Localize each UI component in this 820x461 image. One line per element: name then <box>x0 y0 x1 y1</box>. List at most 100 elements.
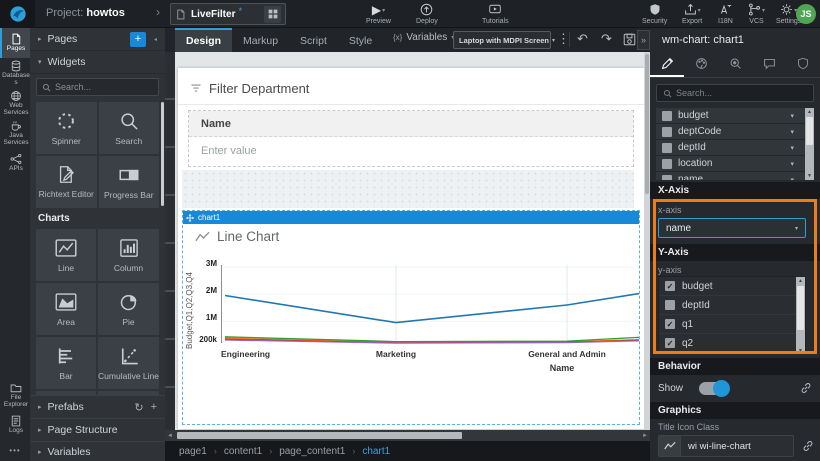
widget-line-chart[interactable]: Line <box>36 229 96 281</box>
rail-item-logs[interactable]: Logs <box>0 410 30 440</box>
device-selector[interactable]: Laptop with MDPI Screen ▾ <box>453 31 551 49</box>
field-row-budget[interactable]: ✓ budget ▾ <box>656 108 814 124</box>
refresh-icon[interactable]: ↻ <box>134 401 143 414</box>
chevron-down-icon[interactable]: ▾ <box>790 112 794 120</box>
y-option-q2[interactable]: ✓ q2 <box>659 334 805 353</box>
scroll-up-arrow[interactable]: ▲ <box>798 277 803 285</box>
title-icon-class-input[interactable]: wi wi-line-chart <box>658 435 794 457</box>
add-prefab-icon[interactable]: + <box>151 401 157 413</box>
page-preview[interactable]: Filter Department Name Enter value chart… <box>178 68 644 429</box>
properties-search-input[interactable]: Search... <box>656 84 814 102</box>
widget-bar-chart[interactable]: Bar <box>36 337 96 389</box>
scrollbar-thumb[interactable] <box>806 117 813 145</box>
rail-item-web-services[interactable]: Web Services <box>0 88 30 118</box>
redo-button[interactable]: ↷ <box>601 32 612 45</box>
checkbox[interactable]: ✓ <box>662 127 672 137</box>
breadcrumb-page1[interactable]: page1 <box>179 446 207 457</box>
scrollbar-thumb[interactable] <box>797 286 804 330</box>
field-list-scrollbar[interactable]: ▲ ▼ <box>805 108 814 180</box>
prefabs-section-header[interactable]: ▸ Prefabs ↻+ <box>30 395 165 418</box>
widget-pie-chart[interactable]: Pie <box>98 283 159 335</box>
canvas-drop-zone[interactable] <box>182 170 634 208</box>
i18n-button[interactable]: I18N <box>718 3 733 25</box>
widget-cumulative-line-chart[interactable]: Cumulative Line <box>98 337 159 389</box>
tab-properties-pencil[interactable] <box>650 52 684 77</box>
user-avatar[interactable]: JS <box>796 4 816 24</box>
checkbox[interactable]: ✓ <box>665 300 675 310</box>
rail-item-java-services[interactable]: Java Services <box>0 118 30 148</box>
chevron-down-icon[interactable]: ▾ <box>790 176 794 181</box>
tab-styles-palette[interactable] <box>684 52 718 77</box>
scroll-right-arrow[interactable]: ► <box>640 433 650 439</box>
bind-link-icon[interactable] <box>802 440 814 452</box>
tab-events-chat[interactable] <box>752 52 786 77</box>
canvas-horizontal-scrollbar[interactable]: ◄ ► <box>165 430 650 441</box>
field-row-deptcode[interactable]: ✓ deptCode ▾ <box>656 124 814 140</box>
tutorials-button[interactable]: Tutorials <box>482 3 509 25</box>
checkbox[interactable]: ✓ <box>662 143 672 153</box>
y-option-q3[interactable]: ✓ q3 <box>659 353 805 354</box>
tab-markup[interactable]: Markup <box>232 28 289 52</box>
scrollbar-track[interactable] <box>175 430 640 441</box>
name-input[interactable]: Enter value <box>189 137 633 165</box>
widget-search-input[interactable]: Search... <box>36 78 159 96</box>
y-option-deptid[interactable]: ✓ deptId <box>659 296 805 315</box>
rail-item-apis[interactable]: APIs <box>0 148 30 178</box>
open-page-tab[interactable]: LiveFilter * <box>170 3 286 25</box>
chevron-down-icon[interactable]: ▾ <box>790 144 794 152</box>
widget-search[interactable]: Search <box>99 102 160 154</box>
page-layout-grid-icon[interactable] <box>264 6 281 23</box>
vcs-button[interactable]: ▾ VCS <box>748 3 765 25</box>
scroll-up-arrow[interactable]: ▲ <box>807 108 812 116</box>
filter-field-group[interactable]: Name Enter value <box>188 110 634 167</box>
y-option-budget[interactable]: ✓ budget <box>659 277 805 296</box>
scroll-left-arrow[interactable]: ◄ <box>165 433 175 439</box>
preview-button[interactable]: ▶▾ Preview <box>366 3 391 25</box>
pages-section-header[interactable]: ▸ Pages + ◂ <box>30 28 165 51</box>
scrollbar-thumb[interactable] <box>645 54 649 194</box>
variables-button[interactable]: {x} Variables ▾ <box>393 32 454 43</box>
variables-section-header[interactable]: ▸ Variables <box>30 441 165 461</box>
widget-spinner[interactable]: Spinner <box>36 102 97 154</box>
show-toggle[interactable] <box>699 382 729 395</box>
tab-inspect-magnifier[interactable] <box>718 52 752 77</box>
chevron-down-icon[interactable]: ▾ <box>790 128 794 136</box>
tab-script[interactable]: Script <box>289 28 338 52</box>
save-button[interactable] <box>623 33 636 46</box>
tab-design[interactable]: Design <box>175 28 232 52</box>
collapse-right-panel-button[interactable]: » <box>637 30 650 50</box>
undo-button[interactable]: ↶ <box>577 32 588 45</box>
wavemaker-logo[interactable] <box>0 0 35 28</box>
checkbox[interactable]: ✓ <box>665 281 675 291</box>
panel-collapse-icon[interactable]: ◂ <box>154 36 157 43</box>
y-list-scrollbar[interactable]: ▲ ▼ <box>796 277 805 354</box>
checkbox[interactable]: ✓ <box>662 159 672 169</box>
widget-column-chart[interactable]: Column <box>98 229 159 281</box>
checkbox[interactable]: ✓ <box>665 319 675 329</box>
tab-security-shield[interactable] <box>786 52 820 77</box>
left-panel-scrollbar[interactable] <box>161 102 164 206</box>
export-button[interactable]: ▾ Export <box>682 3 702 25</box>
scrollbar-thumb[interactable] <box>177 432 462 439</box>
rail-item-pages[interactable]: Pages <box>0 28 30 58</box>
page-structure-section-header[interactable]: ▸ Page Structure <box>30 418 165 441</box>
checkbox[interactable]: ✓ <box>665 338 675 348</box>
widget-richtext-editor[interactable]: Richtext Editor <box>36 156 97 208</box>
selected-widget-tag[interactable]: chart1 <box>183 211 639 224</box>
field-row-deptid[interactable]: ✓ deptId ▾ <box>656 140 814 156</box>
rail-item-databases[interactable]: Databases <box>0 58 30 88</box>
widgets-section-header[interactable]: ▾ Widgets <box>30 51 165 74</box>
bind-link-icon[interactable] <box>800 382 812 394</box>
rail-overflow-menu[interactable]: ••• <box>0 440 30 461</box>
x-axis-select[interactable]: name ▾ <box>658 218 806 238</box>
breadcrumb-content1[interactable]: content1 <box>224 446 262 457</box>
scroll-down-arrow[interactable]: ▼ <box>807 172 812 180</box>
security-button[interactable]: Security <box>642 3 667 25</box>
checkbox[interactable]: ✓ <box>662 111 672 121</box>
chevron-down-icon[interactable]: ▾ <box>790 160 794 168</box>
tab-style[interactable]: Style <box>338 28 383 52</box>
breadcrumb-page-content1[interactable]: page_content1 <box>279 446 345 457</box>
deploy-button[interactable]: Deploy <box>416 3 438 25</box>
field-row-name[interactable]: ✓ name ▾ <box>656 172 814 180</box>
widget-progress-bar[interactable]: Progress Bar <box>99 156 160 208</box>
